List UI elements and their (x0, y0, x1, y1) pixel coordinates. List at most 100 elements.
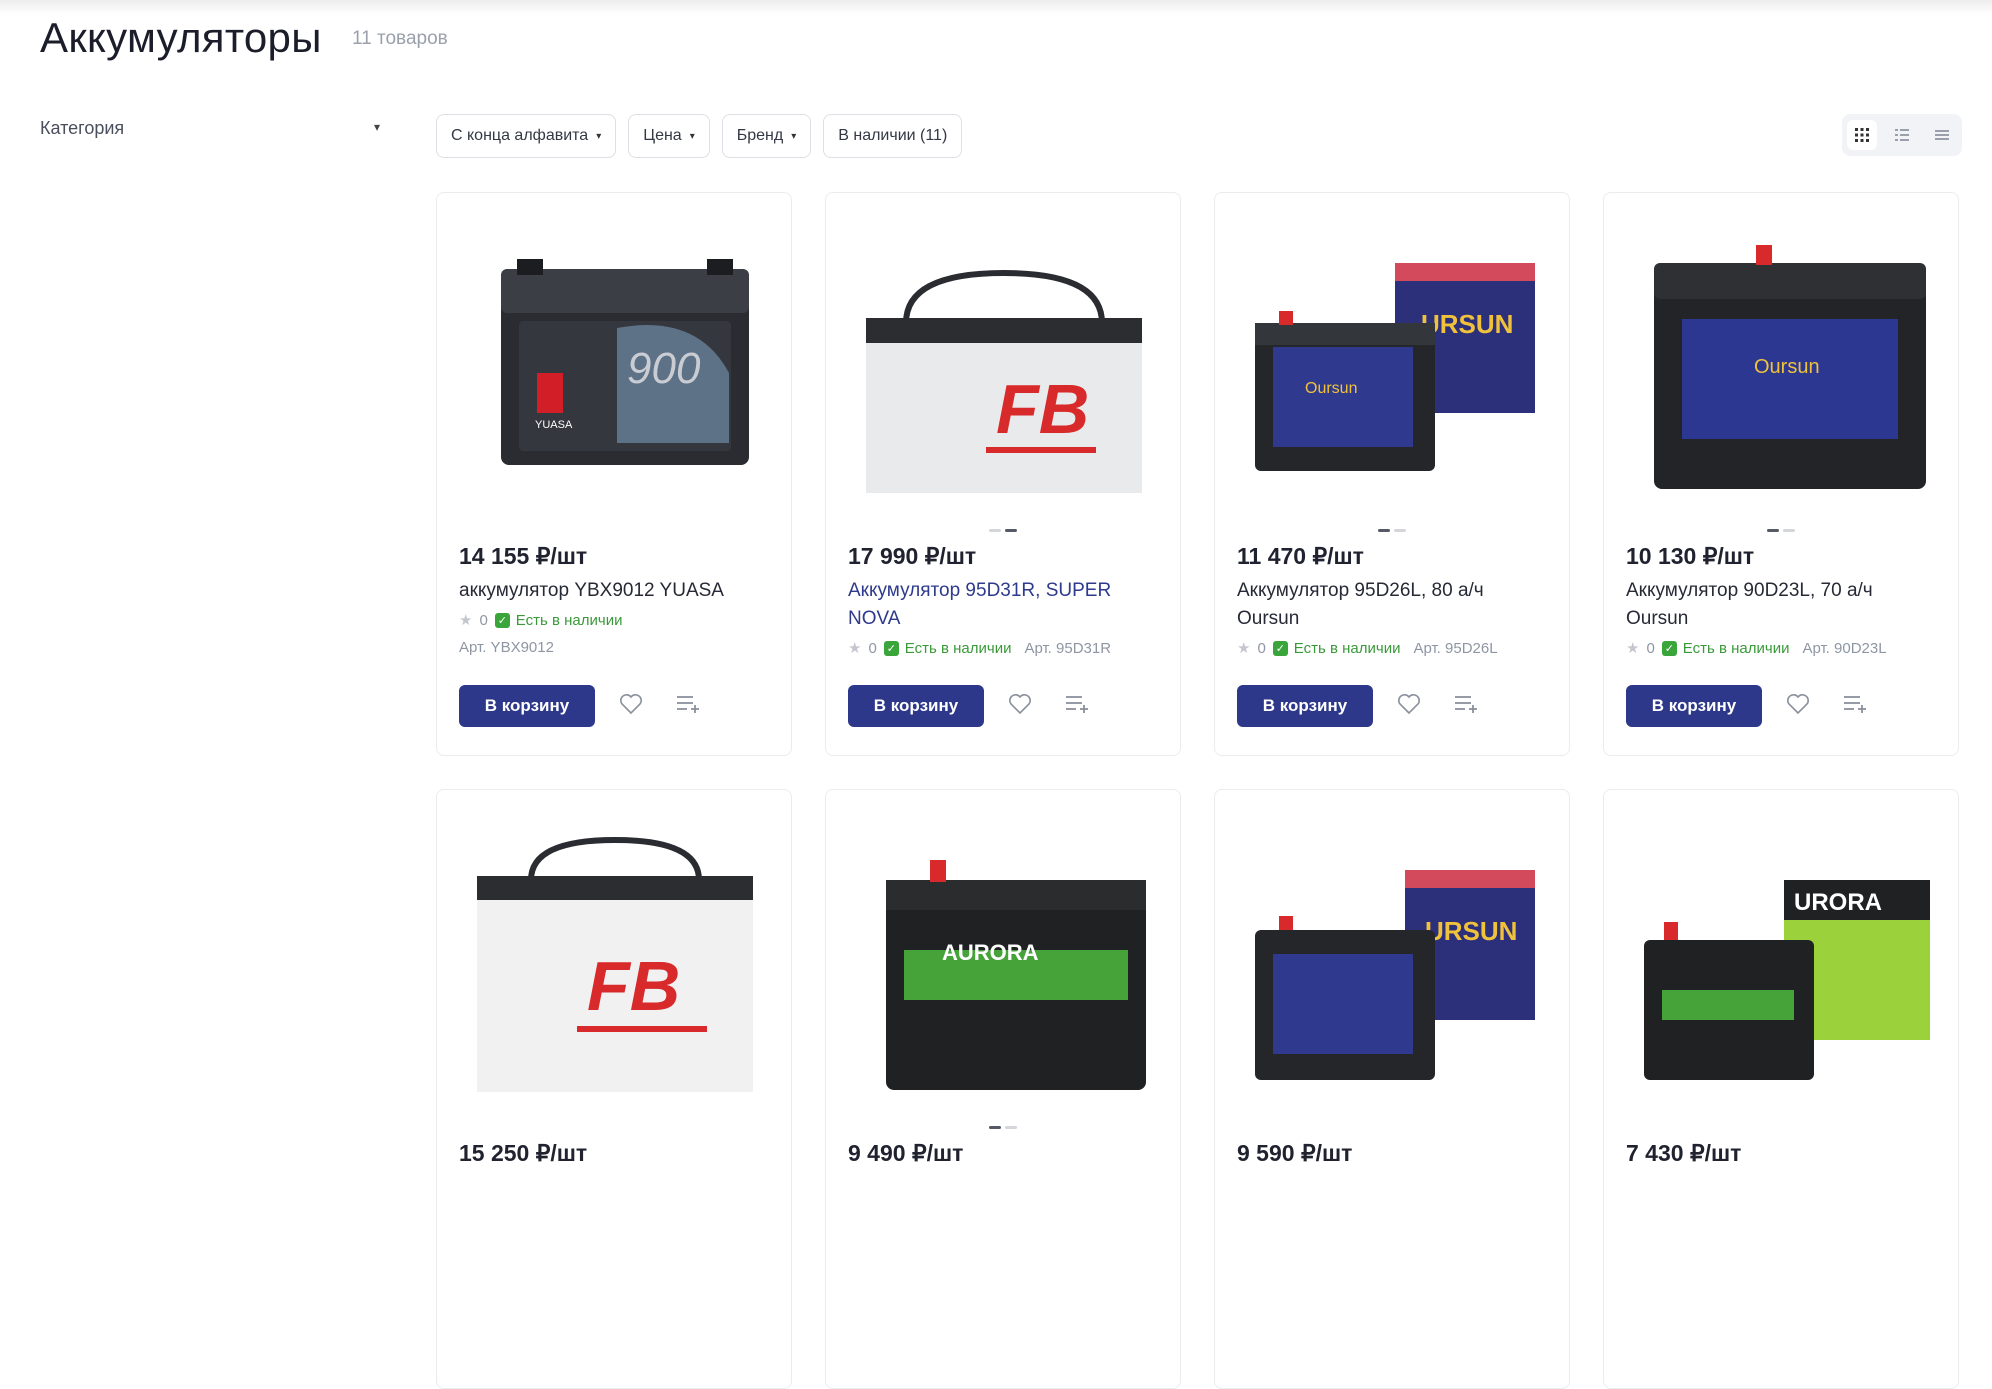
product-price: 9 590 ₽/шт (1237, 1140, 1353, 1166)
product-card: AURORA 9 490 ₽/шт (825, 789, 1181, 1389)
checkmark-icon: ✓ (883, 640, 899, 656)
caret-down-icon: ▾ (791, 130, 797, 142)
product-card: FB 17 990 ₽/шт Аккумулятор 95D31R, SUPER… (825, 192, 1181, 756)
product-card: FB 15 250 ₽/шт (436, 789, 792, 1389)
rating-count: 0 (1646, 639, 1655, 657)
checkmark-icon: ✓ (494, 612, 510, 628)
product-card: URSUN 9 590 ₽/шт (1214, 789, 1570, 1389)
sort-label: С конца алфавита (451, 127, 589, 144)
product-meta: ★ 0 ✓ Есть в наличии (459, 611, 623, 630)
rating-count: 0 (1257, 639, 1266, 657)
svg-text:Oursun: Oursun (1754, 356, 1820, 378)
add-to-cart-button[interactable]: В корзину (1626, 685, 1762, 727)
product-price: 11 470 ₽/шт (1237, 543, 1364, 569)
svg-text:AURORA: AURORA (942, 940, 1039, 965)
product-card: URSUN Oursun 11 470 ₽/шт Аккумулятор 95D… (1214, 192, 1570, 756)
image-carousel-dots[interactable] (1604, 529, 1958, 532)
price-filter-label: Цена (643, 127, 682, 144)
heart-icon[interactable] (619, 693, 643, 720)
grid-view-icon[interactable] (1847, 120, 1877, 150)
star-icon: ★ (1237, 640, 1251, 657)
brand-filter-label: Бренд (736, 127, 784, 144)
svg-text:FB: FB (996, 370, 1089, 448)
image-carousel-dots[interactable] (826, 529, 1180, 532)
battery-aurora-2-image[interactable]: URORA (1624, 820, 1940, 1120)
product-card: Oursun 10 130 ₽/шт Аккумулятор 90D23L, 7… (1603, 192, 1959, 756)
rating-count: 0 (479, 611, 488, 629)
product-sku: Арт. 95D26L (1413, 639, 1498, 657)
battery-oursun-3-image[interactable]: URSUN (1235, 820, 1551, 1120)
compare-icon[interactable] (1453, 693, 1479, 720)
compare-icon[interactable] (1842, 693, 1868, 720)
stock-status-label: Есть в наличии (515, 611, 623, 629)
compare-icon[interactable] (1064, 693, 1090, 720)
svg-text:FB: FB (587, 947, 680, 1025)
product-price: 15 250 ₽/шт (459, 1140, 588, 1166)
product-name[interactable]: Аккумулятор 95D26L, 80 а/ч Oursun (1237, 577, 1537, 633)
page-title: Аккумуляторы (40, 14, 322, 61)
product-price: 14 155 ₽/шт (459, 543, 588, 569)
view-mode-switch (1842, 114, 1962, 156)
product-card: YUASA 900 14 155 ₽/шт аккумулятор YBX901… (436, 192, 792, 756)
product-meta: ★ 0 ✓ Есть в наличии Арт. 90D23L (1626, 639, 1887, 658)
image-carousel-dots[interactable] (1215, 529, 1569, 532)
caret-down-icon: ▾ (689, 130, 695, 142)
product-price: 7 430 ₽/шт (1626, 1140, 1742, 1166)
filter-bar: С конца алфавита ▾ Цена ▾ Бренд ▾ В наличии… (436, 114, 963, 158)
compare-icon[interactable] (675, 693, 701, 720)
heart-icon[interactable] (1786, 693, 1810, 720)
product-card: URORA 7 430 ₽/шт (1603, 789, 1959, 1389)
stock-status: ✓ Есть в наличии (494, 611, 623, 629)
in-stock-filter[interactable]: В наличии (11) (823, 114, 963, 158)
product-price: 9 490 ₽/шт (848, 1140, 964, 1166)
stock-status: ✓ Есть в наличии (883, 639, 1012, 657)
add-to-cart-button[interactable]: В корзину (848, 685, 984, 727)
product-sku: Арт. YBX9012 (459, 639, 554, 656)
list-view-icon[interactable] (1887, 120, 1917, 150)
heart-icon[interactable] (1397, 693, 1421, 720)
product-price: 17 990 ₽/шт (848, 543, 977, 569)
rating-count: 0 (868, 639, 877, 657)
battery-fb-image[interactable]: FB (846, 223, 1162, 523)
stock-status-label: Есть в наличии (1682, 639, 1790, 657)
product-sku: Арт. 95D31R (1024, 639, 1112, 657)
svg-text:Oursun: Oursun (1305, 380, 1357, 397)
stock-status: ✓ Есть в наличии (1272, 639, 1401, 657)
stock-status-label: Есть в наличии (1293, 639, 1401, 657)
heart-icon[interactable] (1008, 693, 1032, 720)
price-filter-dropdown[interactable]: Цена ▾ (628, 114, 710, 158)
product-meta: ★ 0 ✓ Есть в наличии Арт. 95D26L (1237, 639, 1498, 658)
product-sku: Арт. 90D23L (1802, 639, 1887, 657)
image-carousel-dots[interactable] (826, 1126, 1180, 1129)
caret-down-icon: ▾ (596, 130, 602, 142)
product-meta: ★ 0 ✓ Есть в наличии Арт. 95D31R (848, 639, 1112, 658)
svg-text:URSUN: URSUN (1425, 916, 1517, 946)
battery-fb-2-image[interactable]: FB (457, 820, 773, 1120)
product-count: 11 товаров (352, 28, 448, 49)
product-price: 10 130 ₽/шт (1626, 543, 1755, 569)
battery-oursun-2-image[interactable]: Oursun (1624, 223, 1940, 523)
battery-yuasa-image[interactable]: YUASA 900 (457, 223, 773, 523)
star-icon: ★ (459, 612, 473, 629)
product-name[interactable]: Аккумулятор 90D23L, 70 а/ч Oursun (1626, 577, 1926, 633)
product-grid: YUASA 900 14 155 ₽/шт аккумулятор YBX901… (436, 192, 1959, 1389)
battery-aurora-image[interactable]: AURORA (846, 820, 1162, 1120)
compact-list-view-icon[interactable] (1927, 120, 1957, 150)
svg-text:URORA: URORA (1794, 889, 1882, 916)
top-shadow (0, 0, 1992, 14)
product-name[interactable]: аккумулятор YBX9012 YUASA (459, 577, 759, 605)
product-name[interactable]: Аккумулятор 95D31R, SUPER NOVA (848, 577, 1148, 633)
battery-oursun-image[interactable]: URSUN Oursun (1235, 223, 1551, 523)
category-filter-label[interactable]: Категория (40, 118, 124, 139)
svg-text:900: 900 (627, 344, 701, 393)
checkmark-icon: ✓ (1272, 640, 1288, 656)
in-stock-filter-label: В наличии (11) (838, 127, 948, 144)
star-icon: ★ (1626, 640, 1640, 657)
sort-dropdown[interactable]: С конца алфавита ▾ (436, 114, 617, 158)
brand-filter-dropdown[interactable]: Бренд ▾ (721, 114, 812, 158)
caret-down-icon[interactable]: ▾ (374, 120, 380, 134)
svg-text:YUASA: YUASA (535, 419, 573, 431)
add-to-cart-button[interactable]: В корзину (459, 685, 595, 727)
stock-status-label: Есть в наличии (904, 639, 1012, 657)
add-to-cart-button[interactable]: В корзину (1237, 685, 1373, 727)
